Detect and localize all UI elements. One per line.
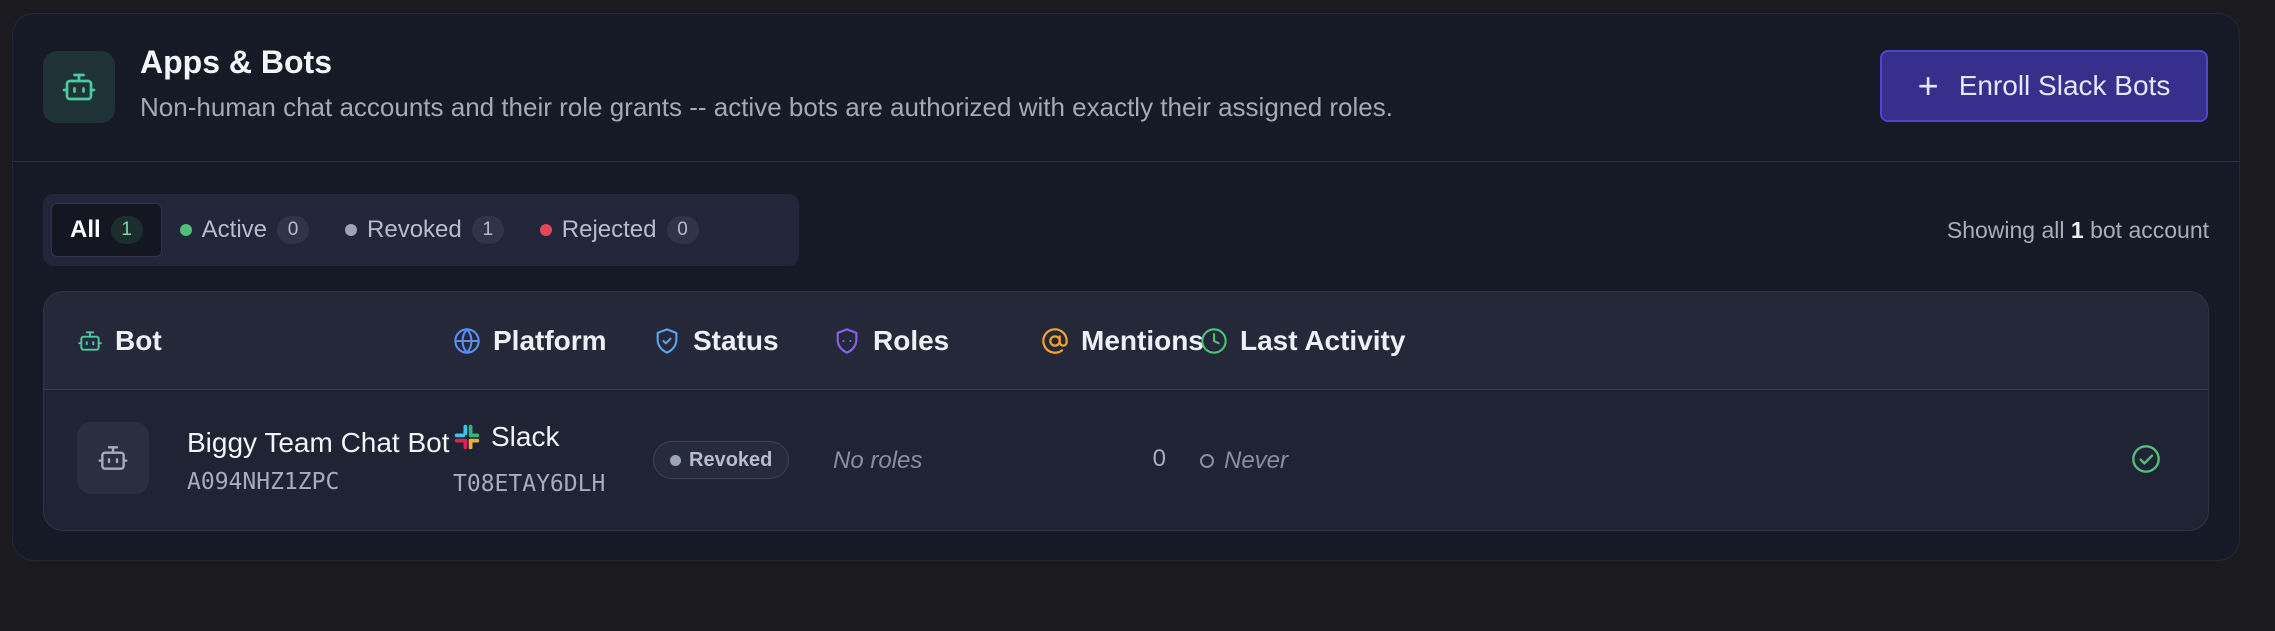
status-badge: Revoked (653, 441, 790, 479)
summary-count: 1 (2070, 217, 2084, 243)
enroll-slack-bots-button[interactable]: + Enroll Slack Bots (1880, 50, 2208, 122)
mentions-count: 0 (1152, 445, 1166, 472)
column-label: Last Activity (1240, 324, 1406, 356)
check-circle-icon[interactable] (2130, 443, 2162, 475)
apps-bots-card: Apps & Bots Non-human chat accounts and … (12, 13, 2240, 561)
shield-check-icon (656, 327, 678, 354)
tab-active[interactable]: Active 0 (162, 203, 327, 257)
active-dot-icon (179, 224, 192, 236)
rejected-dot-icon (539, 224, 552, 236)
count-badge: 1 (110, 216, 143, 244)
count-badge: 0 (666, 216, 699, 244)
results-summary: Showing all 1 bot account (1947, 217, 2209, 244)
status-label: Revoked (689, 448, 773, 471)
column-label: Roles (873, 324, 950, 356)
platform-name: Slack (491, 421, 560, 452)
column-label: Mentions (1081, 324, 1204, 356)
column-platform[interactable]: Platform (453, 292, 607, 389)
page-title: Apps & Bots (140, 44, 332, 80)
slack-icon (454, 424, 480, 450)
column-bot[interactable]: Bot (77, 292, 162, 389)
summary-suffix: bot account (2090, 217, 2209, 243)
clock-icon (1201, 327, 1227, 354)
enroll-label: Enroll Slack Bots (1958, 70, 2171, 101)
shield-icon (836, 327, 858, 354)
empty-circle-icon (1200, 454, 1214, 468)
status-filter-tabs: All 1 Active 0 Revoked 1 Rejected 0 (43, 194, 799, 266)
column-label: Platform (493, 324, 607, 356)
at-icon (1042, 327, 1068, 354)
summary-prefix: Showing all (1946, 217, 2065, 243)
column-label: Status (693, 324, 779, 356)
table-header: Bot Platform Status Roles Mentions Last … (44, 292, 2208, 390)
bot-id: A094NHZ1ZPC (187, 469, 340, 495)
count-badge: 1 (471, 216, 504, 244)
table-row[interactable]: Biggy Team Chat Bot A094NHZ1ZPC Slack T0… (44, 389, 2208, 530)
roles-cell: No roles (833, 447, 923, 474)
tab-label: Active (201, 216, 268, 243)
last-activity-value: Never (1224, 447, 1289, 474)
revoked-dot-icon (670, 454, 681, 466)
tab-rejected[interactable]: Rejected 0 (522, 203, 717, 257)
column-status[interactable]: Status (653, 292, 779, 389)
tab-label: All (70, 216, 101, 243)
column-roles[interactable]: Roles (833, 292, 949, 389)
tab-revoked[interactable]: Revoked 1 (327, 203, 522, 257)
globe-icon (454, 327, 480, 354)
platform-id: T08ETAY6DLH (453, 471, 606, 497)
robot-icon (98, 446, 128, 470)
revoked-dot-icon (345, 224, 358, 236)
bots-table: Bot Platform Status Roles Mentions Last … (43, 291, 2209, 531)
column-mentions[interactable]: Mentions (1041, 292, 1204, 389)
tab-label: Revoked (367, 216, 462, 243)
robot-icon (78, 330, 102, 351)
column-label: Bot (115, 324, 162, 356)
plus-icon: + (1917, 65, 1939, 106)
bot-name: Biggy Team Chat Bot (187, 427, 450, 458)
bot-avatar (77, 422, 149, 494)
platform-cell: Slack (453, 421, 559, 453)
tab-label: Rejected (561, 216, 657, 243)
robot-icon (43, 51, 115, 123)
count-badge: 0 (277, 216, 310, 244)
column-last-activity[interactable]: Last Activity (1200, 292, 1405, 389)
page-subtitle: Non-human chat accounts and their role g… (140, 92, 1393, 122)
last-activity-cell: Never (1200, 447, 1288, 475)
tab-all[interactable]: All 1 (51, 203, 162, 257)
card-header: Apps & Bots Non-human chat accounts and … (13, 14, 2239, 162)
